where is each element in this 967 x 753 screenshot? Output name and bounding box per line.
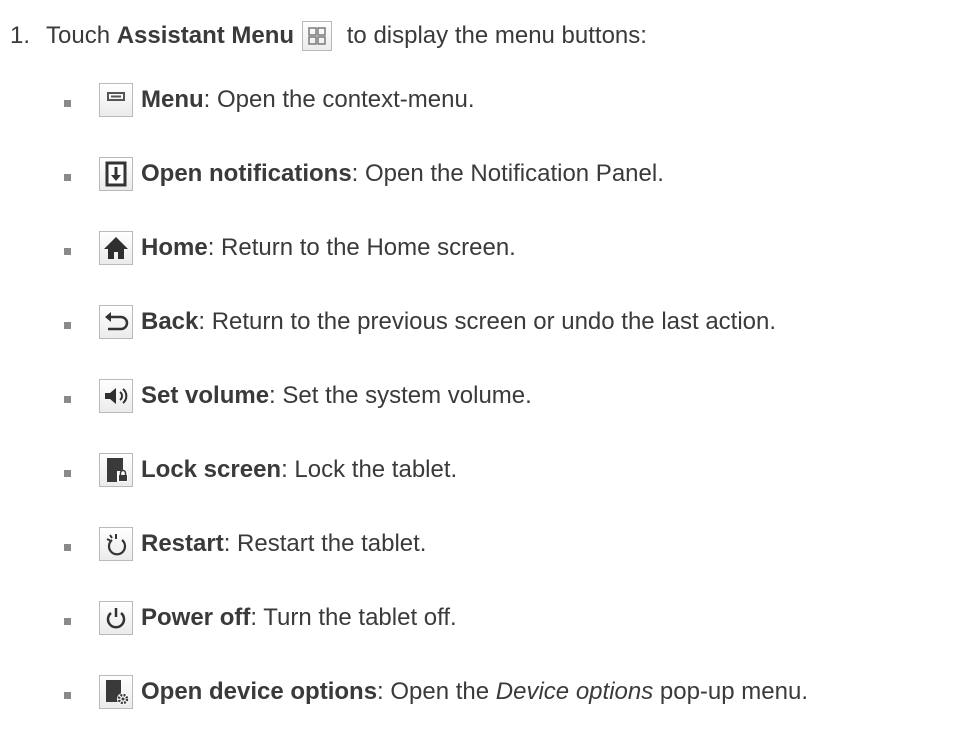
- item-label: Open device options: [141, 678, 378, 705]
- bullet: [64, 691, 71, 699]
- list-item-open-notifications: Open notifications: Open the Notificatio…: [64, 154, 664, 194]
- list-item-open-device-options: Open device options: Open the Device opt…: [64, 672, 808, 712]
- item-description: : Restart the tablet.: [223, 530, 427, 557]
- step-1: 1. Touch Assistant Menu to display the m…: [10, 16, 647, 56]
- home-icon: [99, 231, 133, 265]
- item-description: : Open the context-menu.: [203, 86, 475, 113]
- bullet: [64, 469, 71, 477]
- list-item-lock-screen: Lock screen: Lock the tablet.: [64, 450, 457, 490]
- item-description: : Open the: [377, 678, 496, 705]
- bullet: [64, 321, 71, 329]
- list-item-set-volume: Set volume: Set the system volume.: [64, 376, 532, 416]
- restart-icon: [99, 527, 133, 561]
- item-label: Open notifications: [141, 160, 352, 187]
- volume-icon: [99, 379, 133, 413]
- item-text: Open device options: Open the Device opt…: [141, 678, 808, 706]
- item-description: : Turn the tablet off.: [250, 604, 457, 631]
- item-label: Menu: [141, 86, 204, 113]
- item-text: Restart: Restart the tablet.: [141, 530, 426, 558]
- item-description: : Open the Notification Panel.: [351, 160, 664, 187]
- bullet: [64, 173, 71, 181]
- step-prefix: Touch: [46, 22, 117, 49]
- back-icon: [99, 305, 133, 339]
- item-text: Set volume: Set the system volume.: [141, 382, 532, 410]
- device-options-icon: [99, 675, 133, 709]
- bullet: [64, 543, 71, 551]
- list-item-power-off: Power off: Turn the tablet off.: [64, 598, 457, 638]
- item-text: Menu: Open the context-menu.: [141, 86, 475, 114]
- bullet: [64, 247, 71, 255]
- power-off-icon: [99, 601, 133, 635]
- menu-icon: [99, 83, 133, 117]
- item-description: : Return to the Home screen.: [207, 234, 516, 261]
- item-text: Open notifications: Open the Notificatio…: [141, 160, 664, 188]
- item-description-end: pop-up menu.: [653, 678, 808, 705]
- item-text: Home: Return to the Home screen.: [141, 234, 516, 262]
- item-description: : Return to the previous screen or undo …: [198, 308, 777, 335]
- item-label: Set volume: [141, 382, 270, 409]
- bullet: [64, 395, 71, 403]
- item-label: Restart: [141, 530, 224, 557]
- list-item-back: Back: Return to the previous screen or u…: [64, 302, 776, 342]
- item-label: Power off: [141, 604, 251, 631]
- item-label: Home: [141, 234, 208, 261]
- list-item-restart: Restart: Restart the tablet.: [64, 524, 426, 564]
- item-label: Back: [141, 308, 199, 335]
- item-text: Power off: Turn the tablet off.: [141, 604, 457, 632]
- bullet: [64, 99, 71, 107]
- step-number: 1.: [10, 22, 31, 49]
- item-description: : Lock the tablet.: [281, 456, 458, 483]
- notifications-icon: [99, 157, 133, 191]
- item-text: Lock screen: Lock the tablet.: [141, 456, 457, 484]
- list-item-home: Home: Return to the Home screen.: [64, 228, 516, 268]
- list-item-menu: Menu: Open the context-menu.: [64, 80, 475, 120]
- bullet: [64, 617, 71, 625]
- lock-screen-icon: [99, 453, 133, 487]
- assistant-menu-icon: [302, 21, 333, 51]
- item-description: : Set the system volume.: [269, 382, 532, 409]
- item-label: Lock screen: [141, 456, 282, 483]
- item-text: Back: Return to the previous screen or u…: [141, 308, 776, 336]
- step-suffix: to display the menu buttons:: [340, 22, 647, 49]
- step-bold-label: Assistant Menu: [116, 22, 295, 49]
- item-italic: Device options: [495, 678, 654, 705]
